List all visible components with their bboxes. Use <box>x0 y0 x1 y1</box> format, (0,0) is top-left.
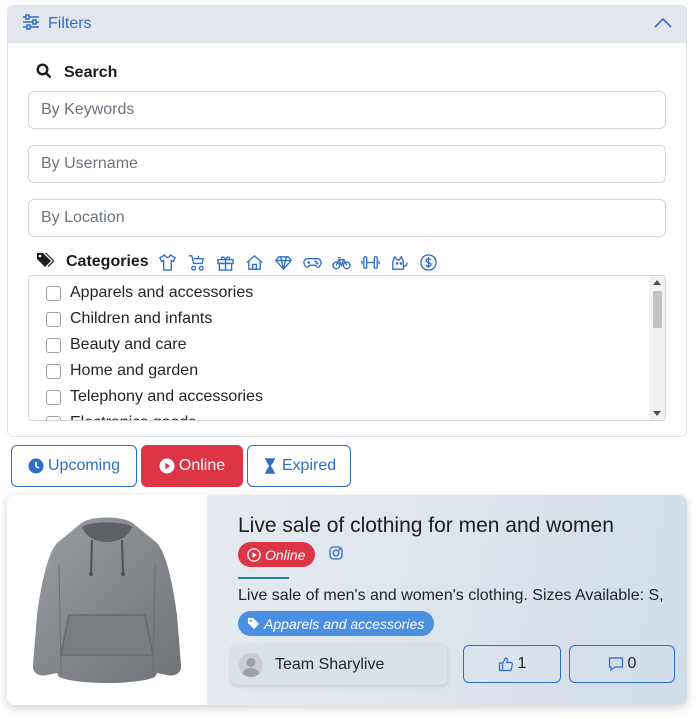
category-option[interactable]: Children and infants <box>29 306 665 332</box>
comment-icon <box>608 657 623 672</box>
event-category-badge[interactable]: Apparels and accessories <box>238 611 435 636</box>
category-checkbox[interactable] <box>46 285 61 301</box>
host-name: Team Sharylive <box>275 656 385 673</box>
category-checkbox[interactable] <box>46 311 61 327</box>
upcoming-label: Upcoming <box>47 457 121 474</box>
play-circle-icon <box>247 547 261 562</box>
gift-icon[interactable] <box>215 251 237 273</box>
thumbs-up-icon <box>498 657 513 672</box>
keywords-input[interactable] <box>28 91 666 129</box>
category-option-label: Apparels and accessories <box>70 284 254 301</box>
category-checkbox[interactable] <box>46 337 61 353</box>
category-checkbox[interactable] <box>46 389 61 405</box>
expired-label: Expired <box>281 457 337 474</box>
categories-label: Categories <box>66 253 149 270</box>
hourglass-icon <box>264 458 275 474</box>
instagram-icon[interactable] <box>329 546 343 560</box>
upcoming-button[interactable]: Upcoming <box>11 445 137 487</box>
category-option[interactable]: Electronics goods <box>29 410 665 420</box>
play-circle-icon <box>159 458 175 474</box>
online-button[interactable]: Online <box>141 445 243 487</box>
expired-button[interactable]: Expired <box>247 445 351 487</box>
tags-icon <box>36 252 55 273</box>
filters-panel: Filters Search Categories <box>7 5 687 437</box>
sliders-icon <box>22 13 40 35</box>
category-option-label: Electronics goods <box>70 414 196 420</box>
online-label: Online <box>178 457 226 474</box>
category-checklist[interactable]: Apparels and accessories Children and inf… <box>28 275 666 421</box>
like-button[interactable]: 1 <box>463 645 561 683</box>
home-icon[interactable] <box>244 251 266 273</box>
category-option-label: Beauty and care <box>70 336 187 353</box>
category-option-label: Children and infants <box>70 310 213 327</box>
category-option-label: Home and garden <box>70 362 199 379</box>
event-status-label: Online <box>265 546 306 563</box>
shirt-icon[interactable] <box>157 251 179 273</box>
scroll-up-arrow[interactable] <box>653 280 661 285</box>
scroll-thumb[interactable] <box>653 291 662 328</box>
tag-icon <box>247 617 260 630</box>
pet-icon[interactable] <box>389 251 411 273</box>
search-label-row: Search <box>28 59 666 87</box>
event-image[interactable] <box>7 495 207 705</box>
event-description: Live sale of men's and women's clothing.… <box>238 587 664 604</box>
category-checkbox[interactable] <box>46 415 61 420</box>
stroller-icon[interactable] <box>186 251 208 273</box>
gamepad-icon[interactable] <box>302 251 324 273</box>
search-label: Search <box>64 64 118 81</box>
category-option[interactable]: Apparels and accessories <box>29 280 665 306</box>
event-title[interactable]: Live sale of clothing for men and women <box>238 514 614 538</box>
filters-title: Filters <box>48 15 92 32</box>
comment-count: 0 <box>627 655 637 672</box>
money-icon[interactable] <box>418 251 440 273</box>
categories-label-row: Categories <box>28 248 666 276</box>
filters-header[interactable]: Filters <box>8 6 686 43</box>
category-option[interactable]: Home and garden <box>29 358 665 384</box>
diamond-icon[interactable] <box>273 251 295 273</box>
host-chip[interactable]: Team Sharylive <box>231 645 447 685</box>
event-card[interactable]: Live sale of clothing for men and women … <box>7 495 687 705</box>
location-input[interactable] <box>28 199 666 237</box>
like-count: 1 <box>517 655 527 672</box>
category-checkbox[interactable] <box>46 363 61 379</box>
hoodie-image <box>32 517 182 683</box>
chevron-up-icon[interactable] <box>654 15 672 33</box>
filters-body: Search Categories <box>8 43 686 276</box>
category-items: Apparels and accessories Children and inf… <box>29 276 665 420</box>
category-option[interactable]: Telephony and accessories <box>29 384 665 410</box>
search-icon <box>36 62 52 84</box>
event-category-label: Apparels and accessories <box>264 615 425 632</box>
category-option[interactable]: Beauty and care <box>29 332 665 358</box>
category-option-label: Telephony and accessories <box>70 388 264 405</box>
clock-icon <box>28 458 44 474</box>
scroll-down-arrow[interactable] <box>653 411 661 416</box>
username-input[interactable] <box>28 145 666 183</box>
event-status-badge: Online <box>238 542 316 567</box>
comment-button[interactable]: 0 <box>569 645 675 683</box>
category-icon-bar <box>157 251 447 273</box>
bicycle-icon[interactable] <box>331 251 353 273</box>
title-divider <box>238 577 289 579</box>
dumbbell-icon[interactable] <box>360 251 382 273</box>
category-scrollbar[interactable] <box>649 276 665 420</box>
avatar <box>239 653 263 677</box>
